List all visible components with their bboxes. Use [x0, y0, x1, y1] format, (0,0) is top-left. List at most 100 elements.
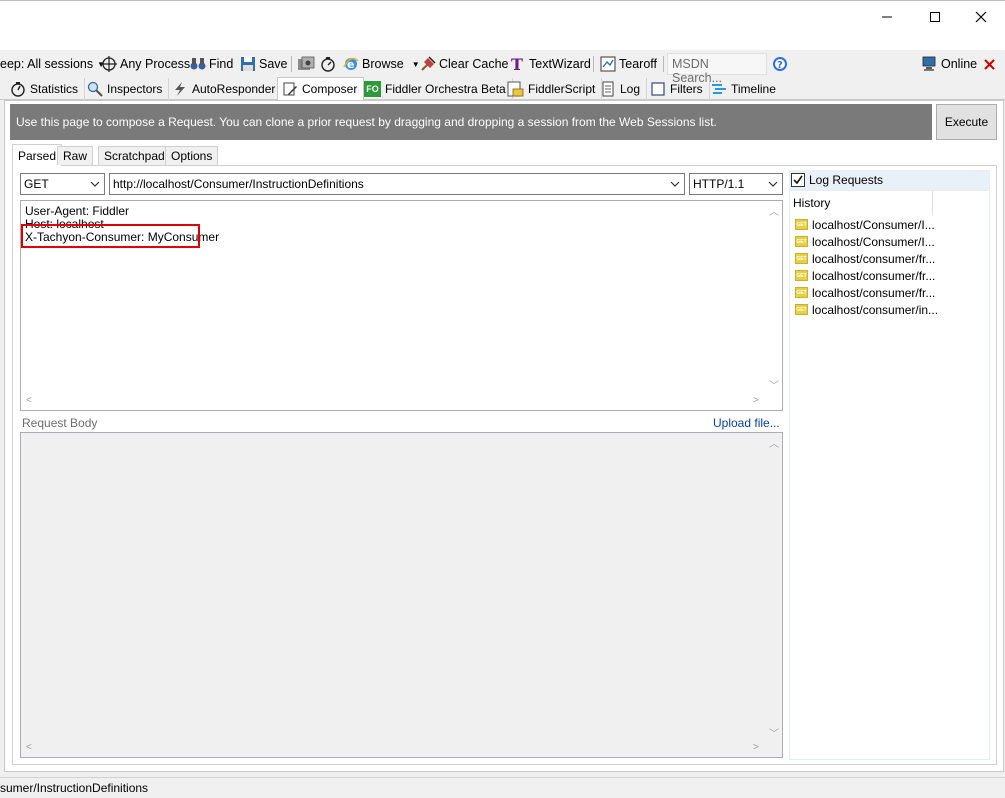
scroll-left-icon[interactable]: <: [26, 395, 32, 406]
history-column-header[interactable]: History: [793, 196, 830, 210]
history-item-label: localhost/consumer/in...: [812, 302, 939, 317]
stopwatch-icon: [11, 82, 25, 97]
scroll-up-icon[interactable]: ︿: [769, 435, 779, 450]
help-button[interactable]: ?: [772, 54, 791, 74]
camera-icon: [298, 56, 315, 70]
tab-label: Filters: [670, 82, 703, 96]
any-process-label: Any Process: [120, 57, 191, 71]
get-request-icon: GET: [795, 236, 808, 247]
execute-button[interactable]: Execute: [936, 104, 997, 140]
subtab-raw[interactable]: Raw: [57, 146, 94, 165]
timer-icon: [321, 57, 335, 72]
tab-label: Composer: [302, 82, 358, 96]
online-indicator[interactable]: Online: [922, 54, 977, 74]
tab-autoresponder[interactable]: AutoResponder: [168, 78, 283, 100]
inspector-icon: [87, 81, 103, 97]
checkbox-icon: [651, 82, 665, 96]
clear-cache-label: Clear Cache: [439, 57, 509, 71]
upload-file-link[interactable]: Upload file...: [713, 416, 780, 430]
http-version-value: HTTP/1.1: [693, 177, 745, 191]
tab-log[interactable]: Log: [596, 78, 648, 100]
find-label: Find: [209, 57, 234, 71]
subtab-scratchpad[interactable]: Scratchpad: [98, 146, 171, 165]
request-body-label: Request Body: [22, 416, 98, 430]
history-item[interactable]: GET localhost/consumer/in...: [795, 301, 938, 318]
tearoff-button[interactable]: Tearoff: [600, 54, 657, 74]
history-item[interactable]: GET localhost/consumer/fr...: [795, 267, 935, 284]
status-bar: sumer/InstructionDefinitions: [0, 777, 1005, 798]
maximize-icon[interactable]: [912, 1, 958, 33]
headers-vertical-scrollbar[interactable]: ︿ ﹀: [765, 201, 782, 393]
scroll-down-icon[interactable]: ﹀: [769, 725, 779, 740]
history-item[interactable]: GET localhost/Consumer/I...: [795, 216, 935, 233]
scroll-left-icon[interactable]: <: [26, 742, 32, 753]
browse-button[interactable]: e Browse ▼: [343, 54, 420, 74]
tab-label: FiddlerScript: [528, 82, 596, 96]
chevron-down-icon: [768, 181, 778, 187]
tab-label: AutoResponder: [192, 82, 276, 96]
tab-composer[interactable]: Composer: [277, 77, 365, 100]
method-select[interactable]: GET: [20, 173, 105, 195]
tearoff-icon: [600, 56, 616, 72]
find-button[interactable]: Find: [190, 54, 233, 74]
help-icon: ?: [773, 57, 787, 71]
timer-button[interactable]: [320, 54, 339, 74]
get-request-icon: GET: [795, 287, 808, 298]
clear-cache-button[interactable]: Clear Cache: [420, 54, 508, 74]
request-body-textarea[interactable]: ︿ ﹀ < >: [20, 432, 783, 758]
screenshot-button[interactable]: [297, 54, 318, 74]
scroll-right-icon[interactable]: >: [753, 742, 759, 753]
log-requests-checkbox[interactable]: Log Requests: [789, 170, 990, 190]
toolbar: eep: All sessions ▼ Any Process Find Sav…: [0, 50, 1005, 78]
clear-cache-icon: [421, 56, 436, 71]
any-process-button[interactable]: Any Process: [101, 54, 190, 74]
msdn-search-input[interactable]: MSDN Search...: [667, 53, 767, 85]
toolbar-separator: [291, 56, 292, 72]
main-tab-bar: Statistics Inspectors AutoResponder Comp…: [0, 77, 1005, 100]
online-close-icon[interactable]: [984, 54, 998, 74]
history-item[interactable]: GET localhost/consumer/fr...: [795, 284, 935, 301]
tab-label: Fiddler Orchestra Beta: [385, 82, 506, 96]
url-input[interactable]: http://localhost/Consumer/InstructionDef…: [109, 173, 685, 195]
tab-fiddlerscript[interactable]: FiddlerScript: [502, 78, 603, 100]
tab-fiddler-orchestra[interactable]: FO Fiddler Orchestra Beta: [360, 78, 513, 100]
dropdown-arrow-icon: ▼: [411, 59, 420, 69]
scroll-up-icon[interactable]: ︿: [769, 203, 779, 218]
crosshair-icon: [101, 56, 117, 72]
svg-text:?: ?: [777, 60, 783, 71]
subtab-parsed[interactable]: Parsed: [12, 144, 63, 166]
subtab-options[interactable]: Options: [165, 146, 219, 165]
http-version-select[interactable]: HTTP/1.1: [689, 173, 783, 195]
lightning-icon: [175, 82, 185, 96]
tab-timeline[interactable]: Timeline: [707, 78, 782, 100]
headers-horizontal-scrollbar[interactable]: < >: [21, 393, 765, 410]
log-requests-label: Log Requests: [809, 173, 884, 187]
timeline-icon: [712, 84, 726, 94]
script-icon: [507, 81, 524, 97]
text-wizard-icon: T: [511, 56, 523, 72]
tab-filters[interactable]: Filters: [646, 78, 710, 100]
floppy-disk-icon: [241, 57, 255, 71]
internet-explorer-icon: e: [343, 57, 359, 71]
body-horizontal-scrollbar[interactable]: < >: [21, 740, 765, 757]
pencil-icon: [283, 82, 297, 96]
minimize-icon[interactable]: [864, 1, 910, 33]
close-icon[interactable]: [958, 1, 1004, 33]
keep-sessions-dropdown[interactable]: eep: All sessions ▼: [0, 54, 105, 74]
toolbar-separator: [593, 56, 594, 72]
tab-inspectors[interactable]: Inspectors: [83, 78, 170, 100]
log-icon: [602, 81, 614, 97]
scroll-down-icon[interactable]: ﹀: [769, 377, 779, 392]
history-item[interactable]: GET localhost/Consumer/I...: [795, 233, 935, 250]
keep-sessions-label: eep: All sessions: [0, 57, 94, 71]
toolbar-separator: [663, 56, 664, 72]
history-item[interactable]: GET localhost/consumer/fr...: [795, 250, 935, 267]
scroll-right-icon[interactable]: >: [753, 395, 759, 406]
tab-statistics[interactable]: Statistics: [6, 78, 86, 100]
get-request-icon: GET: [795, 304, 808, 315]
body-vertical-scrollbar[interactable]: ︿ ﹀: [765, 433, 782, 740]
text-wizard-button[interactable]: T TextWizard: [510, 54, 591, 74]
status-bar-text: sumer/InstructionDefinitions: [0, 781, 149, 795]
get-request-icon: GET: [795, 253, 808, 264]
save-button[interactable]: Save: [240, 54, 288, 74]
